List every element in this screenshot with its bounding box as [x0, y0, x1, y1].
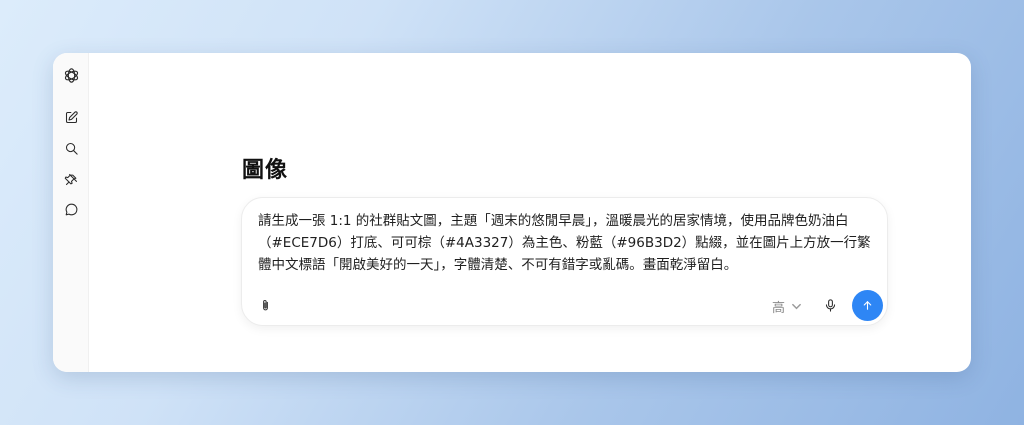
- prompt-composer[interactable]: 請生成一張 1:1 的社群貼文圖，主題「週末的悠閒早晨」，溫暖晨光的居家情境，使…: [241, 197, 888, 326]
- quality-label: 高: [772, 300, 786, 316]
- openai-logo-icon[interactable]: [60, 64, 82, 86]
- prompt-input[interactable]: 請生成一張 1:1 的社群貼文圖，主題「週末的悠閒早晨」，溫暖晨光的居家情境，使…: [258, 210, 880, 276]
- sidebar: [53, 53, 89, 372]
- app-window: 圖像 請生成一張 1:1 的社群貼文圖，主題「週末的悠閒早晨」，溫暖晨光的居家情…: [53, 53, 971, 372]
- arrow-up-icon: [863, 301, 872, 310]
- chat-bubble-icon[interactable]: [60, 198, 82, 220]
- search-icon[interactable]: [60, 137, 82, 159]
- new-chat-edit-icon[interactable]: [60, 106, 82, 128]
- attach-button[interactable]: [254, 294, 276, 316]
- paperclip-icon: [262, 299, 268, 310]
- pin-icon[interactable]: [60, 168, 82, 190]
- microphone-icon: [825, 298, 835, 312]
- microphone-button[interactable]: [819, 294, 841, 316]
- send-button[interactable]: [852, 290, 883, 321]
- quality-dropdown[interactable]: 高: [772, 296, 802, 316]
- chevron-down-icon: [792, 303, 801, 309]
- page-title: 圖像: [242, 158, 289, 183]
